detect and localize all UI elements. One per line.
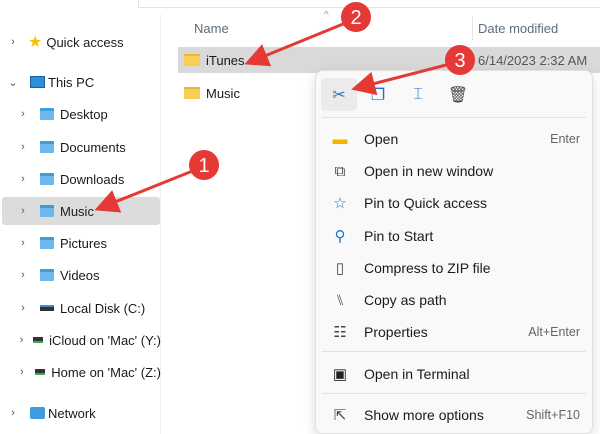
arrow-1 (94, 168, 196, 213)
arrow-3 (351, 62, 451, 96)
arrow-2 (244, 20, 349, 67)
badge-3-label: 3 (454, 50, 465, 72)
annotation-overlay: 1 2 3 (94, 2, 475, 213)
annotation-1: 1 (94, 150, 219, 213)
annotation-3: 3 (351, 45, 475, 96)
badge-2-label: 2 (350, 7, 361, 29)
badge-1-label: 1 (198, 155, 209, 177)
annotation-2: 2 (244, 2, 371, 67)
